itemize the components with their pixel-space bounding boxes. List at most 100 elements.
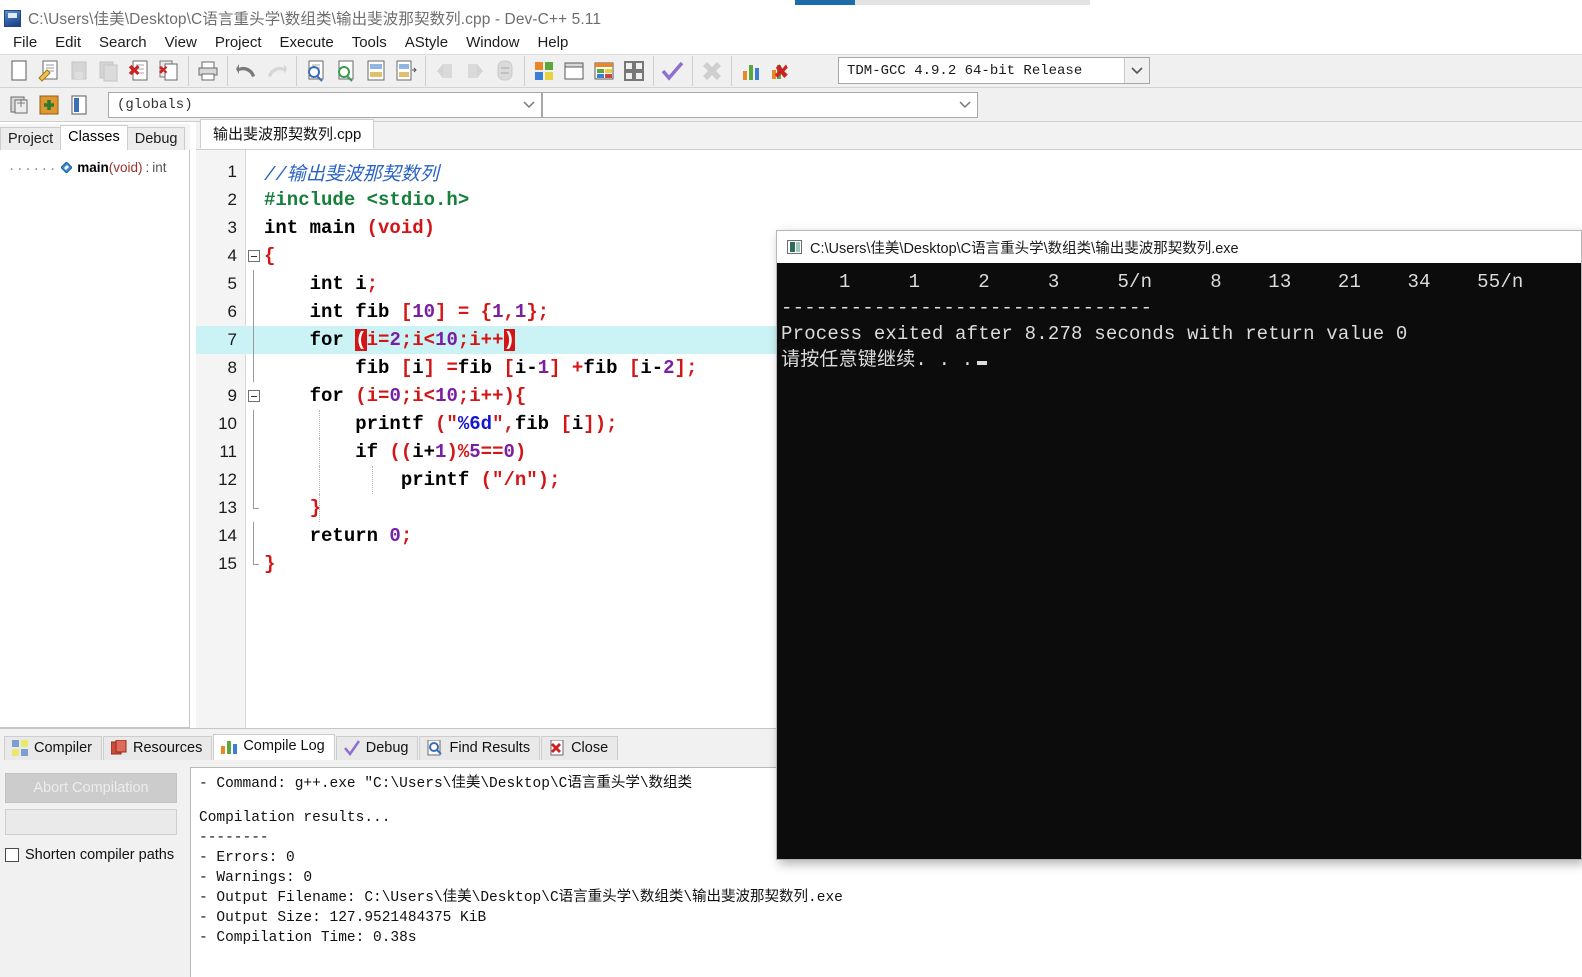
fold-marker xyxy=(246,410,264,438)
line-number: 4 xyxy=(227,246,237,265)
code-line[interactable]: 1 //输出斐波那契数列 xyxy=(196,158,1582,186)
forward-icon xyxy=(462,58,488,84)
class-browser-value: (globals) xyxy=(117,97,193,113)
goto-line-icon[interactable] xyxy=(363,58,389,84)
menu-item-window[interactable]: Window xyxy=(457,32,528,53)
menu-item-help[interactable]: Help xyxy=(528,32,577,53)
open-file-icon[interactable] xyxy=(36,58,62,84)
close-file-icon[interactable] xyxy=(126,58,152,84)
code-text: int i; xyxy=(264,273,379,295)
console-window-icon xyxy=(787,240,802,254)
code-text: #include <stdio.h> xyxy=(264,189,470,211)
close-all-icon[interactable] xyxy=(156,58,182,84)
file-tab[interactable]: 输出斐波那契数列.cpp xyxy=(200,119,375,149)
goto-function-icon[interactable] xyxy=(393,58,419,84)
undo-icon[interactable] xyxy=(234,58,260,84)
code-line[interactable]: 2 #include <stdio.h> xyxy=(196,186,1582,214)
console-line: -------------------------------- xyxy=(781,297,1153,319)
close-red-icon xyxy=(549,740,565,756)
bottom-tab-compile-log[interactable]: Compile Log xyxy=(213,734,335,760)
profile-icon[interactable] xyxy=(738,58,764,84)
bottom-tab-compiler[interactable]: Compiler xyxy=(4,736,103,760)
new-file-icon[interactable] xyxy=(6,58,32,84)
compile-progress-bar xyxy=(5,809,177,835)
console-cursor xyxy=(977,361,988,365)
line-number: 10 xyxy=(218,414,237,433)
fold-marker xyxy=(246,466,264,494)
fold-marker[interactable] xyxy=(246,382,264,410)
print-icon[interactable] xyxy=(195,58,221,84)
line-number: 7 xyxy=(227,330,237,349)
rebuild-all-icon[interactable] xyxy=(621,58,647,84)
code-text: return 0; xyxy=(264,525,413,547)
remove-from-project-icon[interactable] xyxy=(66,92,92,118)
abort-compilation-button: Abort Compilation xyxy=(5,773,177,803)
run-icon[interactable] xyxy=(561,58,587,84)
fold-marker xyxy=(246,522,264,550)
replace-icon[interactable] xyxy=(333,58,359,84)
fold-marker xyxy=(246,270,264,298)
compile-log-line: - Output Size: 127.9521484375 KiB xyxy=(199,910,487,926)
bottom-tab-close[interactable]: Close xyxy=(541,736,619,760)
bottom-tab-find-results[interactable]: Find Results xyxy=(419,736,541,760)
redo-icon xyxy=(264,58,290,84)
shorten-paths-row[interactable]: Shorten compiler paths xyxy=(5,847,174,863)
menu-item-project[interactable]: Project xyxy=(206,32,271,53)
code-text: } xyxy=(264,553,276,575)
class-browser-panel: ...... main (void): int xyxy=(0,150,190,728)
compile-log-line: - Output Filename: C:\Users\佳美\Desktop\C… xyxy=(199,890,843,906)
delete-profile-icon[interactable] xyxy=(768,58,794,84)
indent-guide xyxy=(319,410,320,438)
menu-item-view[interactable]: View xyxy=(156,32,206,53)
debug-check-icon xyxy=(343,740,360,756)
menu-item-astyle[interactable]: AStyle xyxy=(396,32,457,53)
menu-item-edit[interactable]: Edit xyxy=(46,32,90,53)
compile-log-chart-icon xyxy=(221,738,238,754)
editor-file-tabs: 输出斐波那契数列.cpp xyxy=(196,119,1582,150)
code-text: for (i=2;i<10;i++) xyxy=(264,329,515,351)
fold-marker xyxy=(246,214,264,242)
member-dropdown[interactable] xyxy=(542,92,978,118)
bottom-tab-label: Debug xyxy=(365,740,409,756)
shorten-paths-checkbox[interactable] xyxy=(5,848,19,862)
tree-item-main[interactable]: ...... main (void): int xyxy=(0,157,189,177)
left-tab-project[interactable]: Project xyxy=(0,127,62,151)
fold-marker xyxy=(246,326,264,354)
back-icon xyxy=(432,58,458,84)
code-text: fib [i] =fib [i-1] +fib [i-2]; xyxy=(264,357,698,379)
line-number: 1 xyxy=(227,162,237,181)
console-output[interactable]: 1 1 2 3 5/n 8 13 21 34 55/n -------------… xyxy=(777,263,1581,859)
menu-item-file[interactable]: File xyxy=(4,32,46,53)
line-number: 12 xyxy=(218,470,237,489)
menu-item-tools[interactable]: Tools xyxy=(343,32,396,53)
find-icon[interactable] xyxy=(303,58,329,84)
bottom-tab-resources[interactable]: Resources xyxy=(103,736,213,760)
menu-item-execute[interactable]: Execute xyxy=(271,32,343,53)
compile-and-run-icon[interactable] xyxy=(591,58,617,84)
fold-marker xyxy=(246,494,264,522)
bottom-tab-label: Close xyxy=(571,740,609,756)
compile-log-line: - Warnings: 0 xyxy=(199,870,313,886)
bottom-tab-label: Resources xyxy=(133,740,203,756)
class-browser-dropdown[interactable]: (globals) xyxy=(108,92,542,118)
left-tab-classes[interactable]: Classes xyxy=(60,125,128,150)
compiler-set-dropdown[interactable]: TDM-GCC 4.9.2 64-bit Release xyxy=(838,57,1150,84)
add-to-project-icon[interactable] xyxy=(36,92,62,118)
bottom-tab-debug[interactable]: Debug xyxy=(335,736,419,760)
code-text: for (i=0;i<10;i++){ xyxy=(264,385,527,407)
line-number: 15 xyxy=(218,554,237,573)
console-line: 1 1 2 3 5/n 8 13 21 34 55/n xyxy=(781,271,1524,293)
compile-icon[interactable] xyxy=(531,58,557,84)
tree-item-params: (void) xyxy=(108,159,143,175)
syntax-check-icon[interactable] xyxy=(660,58,686,84)
left-tab-debug[interactable]: Debug xyxy=(126,127,186,151)
menu-item-search[interactable]: Search xyxy=(90,32,156,53)
fold-marker xyxy=(246,158,264,186)
profile-group xyxy=(731,56,800,86)
new-project-icon[interactable] xyxy=(6,92,32,118)
code-text: //输出斐波那契数列 xyxy=(264,163,439,186)
code-text: { xyxy=(264,245,276,267)
save-file-icon xyxy=(66,58,92,84)
fold-marker[interactable] xyxy=(246,242,264,270)
console-window[interactable]: C:\Users\佳美\Desktop\C语言重头学\数组类\输出斐波那契数列.… xyxy=(776,230,1582,860)
